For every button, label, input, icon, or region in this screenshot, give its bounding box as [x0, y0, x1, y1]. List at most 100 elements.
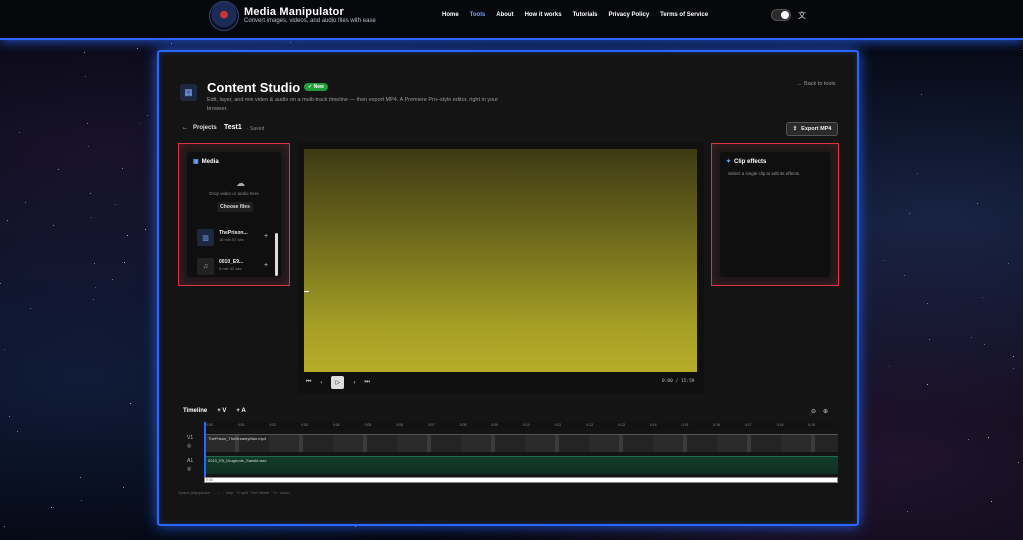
- new-badge-label: New: [313, 84, 324, 90]
- star: [136, 48, 138, 50]
- star: [51, 506, 53, 508]
- add-video-track-button[interactable]: + V: [217, 408, 226, 414]
- star: [977, 202, 979, 204]
- theme-toggle[interactable]: [771, 9, 791, 21]
- ruler-tick: 0:19: [808, 423, 816, 427]
- media-item-duration: 16 min 57 sec: [219, 237, 244, 242]
- cloud-upload-icon: ☁: [236, 178, 245, 188]
- clip-effects-panel: ✦ Clip effects Select a single clip to e…: [711, 143, 839, 286]
- zoom-out-icon[interactable]: ⊖: [811, 408, 816, 415]
- page-title: Content Studio: [207, 80, 301, 95]
- translate-icon[interactable]: 文: [798, 10, 806, 21]
- track-name: A1: [187, 458, 194, 464]
- back-to-tools-label: Back to tools: [804, 81, 836, 87]
- timeline-scrollbar[interactable]: 0:00: [204, 477, 838, 483]
- star: [0, 283, 2, 285]
- media-scrollbar[interactable]: [275, 233, 278, 276]
- music-icon: ♫: [197, 258, 214, 275]
- media-title-label: Media: [201, 158, 219, 165]
- clip-name: ThePrison_TheDreamyMan.mp4: [208, 436, 267, 441]
- projects-link[interactable]: ← Projects: [182, 125, 217, 131]
- page-description: Edit, layer, and mix video & audio on a …: [207, 97, 499, 112]
- star: [7, 220, 9, 222]
- skip-start-icon[interactable]: ⏮: [306, 379, 311, 386]
- ruler-tick: 0:10: [523, 423, 530, 427]
- choose-files-button[interactable]: Choose files: [217, 202, 253, 212]
- media-item[interactable]: ♫ 0010_E9... 5 min 42 sec +: [197, 256, 269, 278]
- media-dropzone[interactable]: ▣ Media ☁ Drop video or audio here Choos…: [187, 152, 281, 277]
- track-visibility-icon[interactable]: ◎: [187, 442, 193, 450]
- ruler-tick: 0:17: [744, 423, 752, 427]
- star: [920, 93, 922, 95]
- top-nav: Media Manipulator Convert images, videos…: [0, 0, 1023, 40]
- ruler-tick: 0:16: [713, 423, 720, 427]
- star: [1012, 356, 1014, 358]
- star: [123, 261, 125, 263]
- ruler-tick: 0:03: [301, 423, 308, 427]
- video-clip[interactable]: ThePrison_TheDreamyMan.mp4: [205, 434, 838, 452]
- play-button[interactable]: ▷: [331, 376, 345, 389]
- media-panel: ▣ Media ☁ Drop video or audio here Choos…: [178, 143, 290, 286]
- star: [1017, 461, 1019, 463]
- sparkle-icon: ✦: [726, 159, 732, 165]
- skip-end-icon[interactable]: ⏭: [364, 379, 369, 386]
- nav-home[interactable]: Home: [442, 12, 459, 18]
- nav-terms-of-service[interactable]: Terms of Service: [660, 12, 708, 18]
- nav-tutorials[interactable]: Tutorials: [573, 12, 598, 18]
- back-to-tools-link[interactable]: ← Back to tools: [797, 81, 836, 87]
- time-readout: 0:00 / 15:59: [662, 379, 695, 384]
- media-icon: ▣: [193, 159, 199, 165]
- add-to-timeline-button[interactable]: +: [264, 233, 268, 240]
- new-badge: ✓ New: [304, 83, 328, 91]
- nav-links: Home Tools About How it works Tutorials …: [442, 12, 708, 18]
- star: [111, 278, 113, 280]
- star: [121, 167, 123, 169]
- ruler-tick: 0:13: [618, 423, 625, 427]
- track-mute-icon[interactable]: ◎: [187, 465, 193, 473]
- timeline-ruler[interactable]: 0:00 0:01 0:02 0:03 0:04 0:05 0:06 0:07 0:08 0:09…: [204, 422, 838, 430]
- audio-clip[interactable]: 0010_E9_Drugerole_Sanshi.wav: [205, 456, 838, 474]
- brand-title[interactable]: Media Manipulator: [244, 6, 344, 18]
- nav-how-it-works[interactable]: How it works: [525, 12, 562, 18]
- star: [8, 416, 10, 418]
- add-to-timeline-button[interactable]: +: [264, 262, 268, 269]
- media-item-name: ThePrison...: [219, 230, 248, 236]
- ruler-tick: 0:00: [206, 423, 213, 427]
- add-audio-track-button[interactable]: + A: [236, 408, 245, 414]
- star: [84, 75, 86, 77]
- zoom-in-icon[interactable]: ⊕: [823, 408, 828, 415]
- star: [81, 500, 83, 502]
- clapperboard-icon: ▦: [180, 84, 197, 101]
- playhead[interactable]: [204, 422, 206, 482]
- nav-privacy-policy[interactable]: Privacy Policy: [608, 12, 649, 18]
- star: [904, 274, 906, 276]
- star: [115, 204, 117, 206]
- star: [1021, 49, 1023, 50]
- star: [92, 299, 94, 301]
- brand-subtitle: Convert images, videos, and audio files …: [244, 18, 376, 24]
- arrow-left-icon: ←: [182, 125, 188, 131]
- ruler-tick: 0:14: [649, 423, 657, 427]
- star: [908, 212, 910, 214]
- star: [86, 122, 88, 124]
- media-item[interactable]: ▥ ThePrison... 16 min 57 sec +: [197, 227, 269, 249]
- star: [171, 43, 172, 45]
- ruler-tick: 0:18: [776, 423, 784, 427]
- export-mp4-button[interactable]: ⇪ Export MP4: [786, 122, 838, 136]
- star: [90, 193, 92, 195]
- media-item-name: 0010_E9...: [219, 259, 244, 265]
- step-forward-icon[interactable]: ›: [353, 380, 355, 386]
- star: [126, 235, 128, 237]
- nav-tools[interactable]: Tools: [470, 12, 486, 18]
- project-name[interactable]: Test1: [224, 124, 242, 131]
- video-preview[interactable]: [304, 149, 697, 372]
- star: [139, 123, 141, 125]
- star: [926, 383, 928, 385]
- star: [17, 431, 19, 433]
- ruler-tick: 0:12: [586, 423, 594, 427]
- star: [123, 486, 125, 488]
- step-back-icon[interactable]: ‹: [320, 380, 322, 386]
- nav-about[interactable]: About: [496, 12, 513, 18]
- ruler-tick: 0:05: [364, 423, 372, 427]
- brand-logo[interactable]: [209, 1, 239, 31]
